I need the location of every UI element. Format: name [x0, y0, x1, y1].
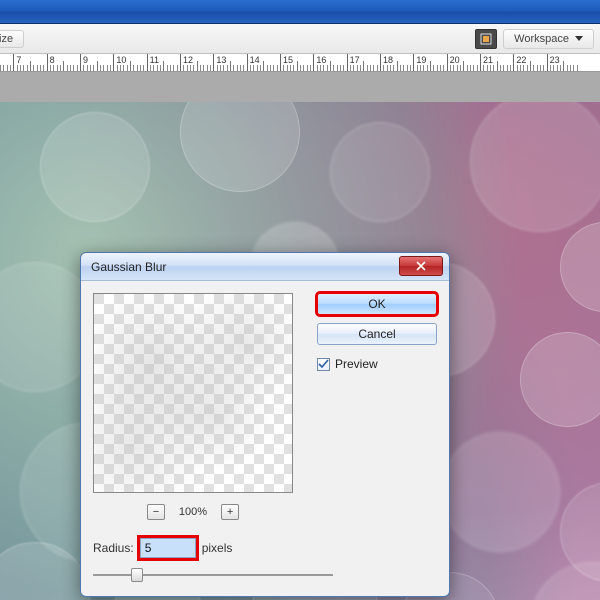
- zoom-out-button[interactable]: −: [147, 504, 165, 520]
- dialog-titlebar[interactable]: Gaussian Blur: [81, 253, 449, 281]
- app-titlebar: [0, 0, 600, 24]
- radius-input[interactable]: [140, 538, 196, 558]
- zoom-level: 100%: [179, 506, 207, 518]
- preview-checkbox-label: Preview: [335, 357, 378, 371]
- dialog-title: Gaussian Blur: [91, 260, 166, 274]
- workspace-label: Workspace: [514, 33, 569, 45]
- preview-checkbox[interactable]: [317, 358, 330, 371]
- document-area: Gaussian Blur − 100% + OK Cancel: [0, 72, 600, 600]
- canvas-pasteboard: [0, 72, 600, 102]
- radius-unit: pixels: [202, 541, 233, 555]
- close-button[interactable]: [399, 256, 443, 276]
- options-bar: ize Workspace: [0, 24, 600, 54]
- workspace-menu[interactable]: Workspace: [503, 29, 594, 49]
- filter-preview[interactable]: [93, 293, 293, 493]
- horizontal-ruler[interactable]: 67891011121314151617181920212223: [0, 54, 600, 72]
- size-dropdown-fragment[interactable]: ize: [0, 30, 24, 48]
- gaussian-blur-dialog: Gaussian Blur − 100% + OK Cancel: [80, 252, 450, 597]
- check-icon: [318, 359, 329, 370]
- cancel-button[interactable]: Cancel: [317, 323, 437, 345]
- minus-icon: −: [153, 506, 159, 518]
- chevron-down-icon: [575, 36, 583, 41]
- zoom-in-button[interactable]: +: [221, 504, 239, 520]
- radius-slider[interactable]: [93, 566, 333, 584]
- plus-icon: +: [227, 506, 233, 518]
- slider-thumb[interactable]: [131, 568, 143, 582]
- radius-label: Radius:: [93, 541, 134, 555]
- ok-button[interactable]: OK: [317, 293, 437, 315]
- bridge-button[interactable]: [475, 29, 497, 49]
- slider-track: [93, 574, 333, 576]
- preview-checkbox-row[interactable]: Preview: [317, 357, 437, 371]
- close-icon: [416, 261, 426, 271]
